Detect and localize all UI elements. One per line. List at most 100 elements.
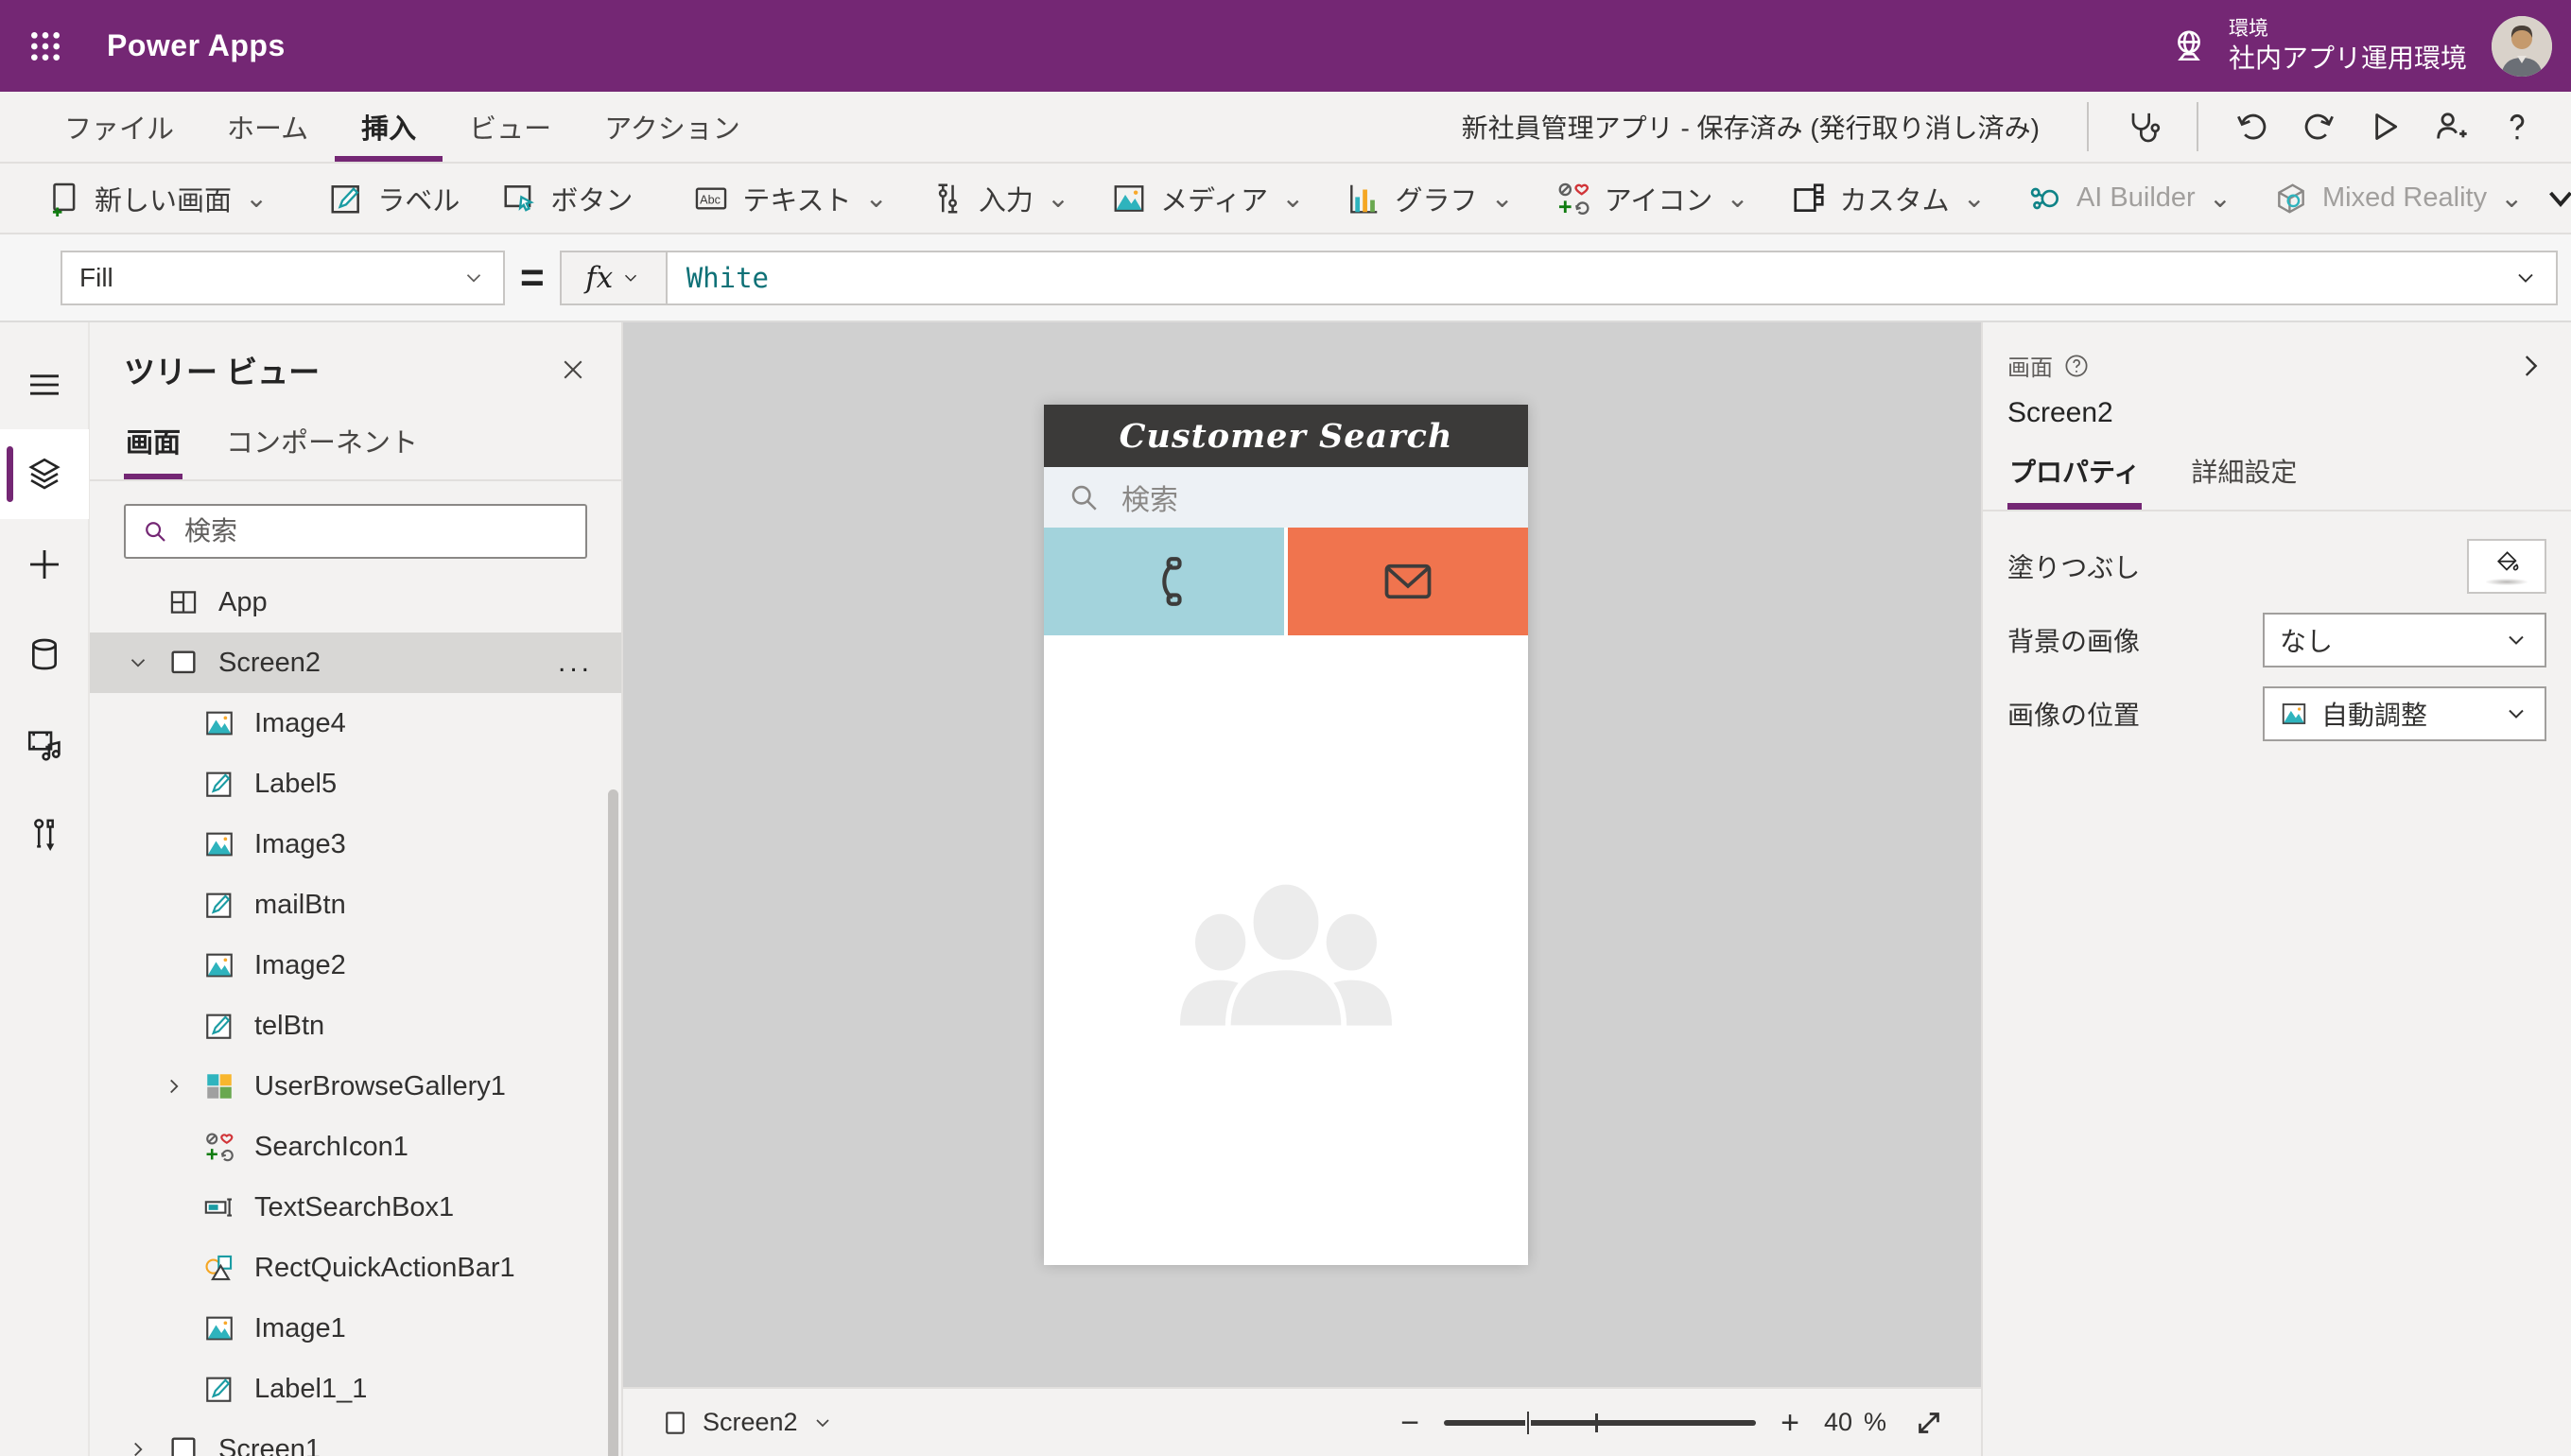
- chevron-down-icon[interactable]: [126, 650, 167, 675]
- ribbon-mixed-reality[interactable]: Mixed Reality⌄: [2252, 164, 2544, 233]
- tab-properties[interactable]: プロパティ: [2007, 446, 2142, 510]
- phone-mail-button[interactable]: [1288, 528, 1528, 635]
- chevron-right-icon[interactable]: [162, 1074, 203, 1099]
- media-icon[interactable]: [0, 699, 89, 789]
- user-avatar[interactable]: [2492, 16, 2552, 77]
- selected-control-name: Screen2: [1983, 382, 2571, 433]
- undo-icon[interactable]: [2225, 99, 2280, 154]
- tree-item-searchicon1[interactable]: SearchIcon1: [90, 1117, 621, 1177]
- chevron-down-icon: [811, 1412, 834, 1434]
- envelope-icon: [1380, 553, 1436, 610]
- tree-item-mailbtn[interactable]: mailBtn: [90, 875, 621, 935]
- close-icon[interactable]: [553, 350, 593, 390]
- menu-file[interactable]: ファイル: [38, 92, 200, 162]
- tree-item-label5[interactable]: Label5: [90, 754, 621, 814]
- tree-search-box[interactable]: [124, 504, 587, 559]
- tree-item-image3[interactable]: Image3: [90, 814, 621, 875]
- advanced-tools-icon[interactable]: [0, 789, 89, 878]
- insert-ribbon: 新しい画面⌄ ラベル ボタン Abc テキスト⌄: [0, 164, 2571, 234]
- label-control-icon: [203, 768, 235, 800]
- help-circle-icon[interactable]: [2062, 352, 2091, 380]
- ribbon-button[interactable]: ボタン: [480, 164, 653, 233]
- background-image-label: 背景の画像: [2007, 621, 2140, 659]
- tree-item-screen1[interactable]: Screen1: [90, 1419, 621, 1456]
- collapse-panel-chevron-icon[interactable]: [2514, 350, 2546, 382]
- ribbon-text[interactable]: Abc テキスト⌄: [672, 164, 908, 233]
- help-icon[interactable]: [2490, 99, 2545, 154]
- fx-button[interactable]: fx: [562, 252, 668, 303]
- menu-action[interactable]: アクション: [578, 92, 767, 162]
- ribbon-custom[interactable]: カスタム⌄: [1770, 164, 2006, 233]
- redo-icon[interactable]: [2291, 99, 2346, 154]
- tree-list: App Screen2 ...: [90, 572, 621, 1456]
- fill-color-picker-button[interactable]: [2467, 539, 2546, 594]
- tree-view-layers-icon[interactable]: [0, 429, 89, 519]
- menu-insert[interactable]: 挿入: [335, 92, 443, 162]
- tab-components[interactable]: コンポーネント: [224, 411, 420, 479]
- ribbon-new-screen[interactable]: 新しい画面⌄: [25, 164, 288, 233]
- divider: [2197, 102, 2198, 151]
- phone-search-bar[interactable]: 検索: [1044, 467, 1528, 528]
- insert-plus-icon[interactable]: [0, 519, 89, 609]
- play-icon[interactable]: [2357, 99, 2412, 154]
- fill-property-label: 塗りつぶし: [2007, 547, 2140, 585]
- ribbon-icons[interactable]: アイコン⌄: [1535, 164, 1770, 233]
- environment-picker[interactable]: 環境 社内アプリ運用環境: [2168, 17, 2467, 75]
- label-control-icon: [203, 1373, 235, 1405]
- background-image-dropdown[interactable]: なし: [2263, 613, 2546, 667]
- tree-item-userbrowsegallery1[interactable]: UserBrowseGallery1: [90, 1056, 621, 1117]
- app-checker-icon[interactable]: [2115, 99, 2170, 154]
- zoom-in-plus-icon[interactable]: +: [1781, 1407, 1799, 1439]
- zoom-percent-value: 40: [1824, 1408, 1852, 1437]
- phone-call-button[interactable]: [1044, 528, 1284, 635]
- app-title: Power Apps: [107, 28, 286, 63]
- data-sources-icon[interactable]: [0, 609, 89, 699]
- tree-item-telbtn[interactable]: telBtn: [90, 996, 621, 1056]
- design-canvas[interactable]: Customer Search 検索: [623, 322, 1981, 1387]
- formula-expand-chevron-icon[interactable]: [2512, 252, 2556, 303]
- zoom-slider-thumb[interactable]: [1525, 1410, 1531, 1436]
- more-options-icon[interactable]: ...: [558, 647, 593, 679]
- tree-item-image4[interactable]: Image4: [90, 693, 621, 754]
- waffle-icon[interactable]: [0, 0, 90, 92]
- equals-sign: =: [520, 254, 545, 302]
- zoom-out-minus-icon[interactable]: −: [1400, 1407, 1419, 1439]
- fill-color-swatch: [2486, 579, 2528, 585]
- tree-item-app[interactable]: App: [90, 572, 621, 633]
- share-icon[interactable]: [2423, 99, 2478, 154]
- tab-advanced[interactable]: 詳細設定: [2189, 446, 2299, 510]
- tree-item-screen2[interactable]: Screen2 ...: [90, 633, 621, 693]
- tree-item-image1[interactable]: Image1: [90, 1298, 621, 1359]
- gallery-control-icon: [203, 1070, 235, 1102]
- app-icon: [167, 586, 200, 618]
- ribbon-ai-builder[interactable]: AI Builder⌄: [2006, 164, 2252, 233]
- zoom-slider[interactable]: [1444, 1420, 1756, 1426]
- property-selector[interactable]: Fill: [61, 251, 505, 305]
- phone-app-header[interactable]: Customer Search: [1044, 405, 1528, 467]
- ribbon-media[interactable]: メディア⌄: [1090, 164, 1325, 233]
- image-position-dropdown[interactable]: 自動調整: [2263, 686, 2546, 741]
- ribbon-input[interactable]: 入力⌄: [909, 164, 1090, 233]
- tree-item-rectquickactionbar1[interactable]: RectQuickActionBar1: [90, 1238, 621, 1298]
- ribbon-label[interactable]: ラベル: [307, 164, 480, 233]
- phone-gallery-area[interactable]: [1044, 635, 1528, 1265]
- tree-item-label1-1[interactable]: Label1_1: [90, 1359, 621, 1419]
- hamburger-menu-icon[interactable]: [0, 339, 89, 429]
- search-icon: [141, 517, 169, 546]
- ribbon-overflow-chevron-icon[interactable]: [2544, 182, 2571, 216]
- tree-search-input[interactable]: [184, 516, 570, 546]
- formula-input[interactable]: [668, 252, 2512, 303]
- tree-item-image2[interactable]: Image2: [90, 935, 621, 996]
- tree-scrollbar[interactable]: [608, 789, 618, 1456]
- tab-screens[interactable]: 画面: [124, 411, 182, 479]
- fit-to-window-icon[interactable]: [1911, 1405, 1947, 1441]
- ribbon-chart[interactable]: グラフ⌄: [1325, 164, 1534, 233]
- tree-item-textsearchbox1[interactable]: TextSearchBox1: [90, 1177, 621, 1238]
- phone-app-title[interactable]: Customer Search: [1120, 417, 1453, 456]
- menu-home[interactable]: ホーム: [200, 92, 335, 162]
- image-control-icon: [203, 828, 235, 860]
- menu-view[interactable]: ビュー: [443, 92, 578, 162]
- screen-selector[interactable]: Screen2: [661, 1408, 834, 1437]
- phone-screen-preview[interactable]: Customer Search 検索: [1044, 405, 1528, 1265]
- chevron-right-icon[interactable]: [126, 1437, 167, 1456]
